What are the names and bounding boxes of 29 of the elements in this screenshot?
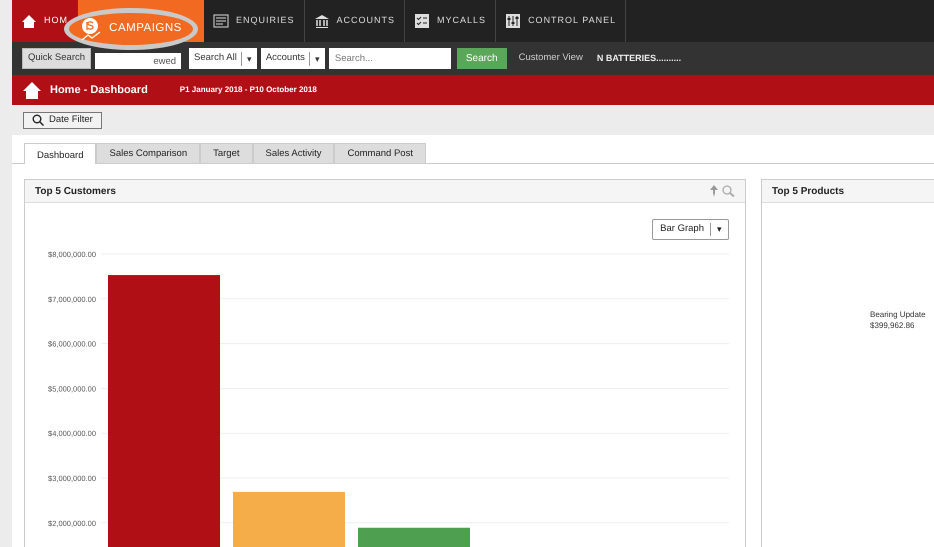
view-select[interactable]: Bar Graph ▾: [652, 219, 729, 240]
home-icon: [22, 80, 42, 100]
quick-search-button[interactable]: Quick Search: [22, 48, 92, 69]
tab[interactable]: Sales Activity: [252, 143, 334, 163]
date-filter-button[interactable]: Date Filter: [23, 112, 102, 128]
scope-select[interactable]: Search All ▾: [189, 48, 257, 69]
panel-title: Top 5 Customers: [35, 184, 116, 198]
nav-tab[interactable]: HOM: [12, 0, 78, 42]
search-field[interactable]: Search...: [328, 48, 451, 69]
customer-view-link[interactable]: Customer View: [518, 51, 583, 66]
tab[interactable]: Dashboard: [24, 143, 96, 164]
product-label: Bearing Update: [870, 309, 927, 320]
search-icon: [722, 185, 735, 197]
product-value: $399,962.86: [870, 320, 916, 331]
customer-name: N BATTERIES..........: [596, 52, 682, 65]
search-icon: [32, 114, 44, 126]
sliders-icon: [505, 13, 522, 29]
checklist-icon: [414, 13, 430, 29]
tab[interactable]: Command Post: [334, 143, 426, 163]
recent-field[interactable]: ewed: [95, 53, 182, 69]
tab[interactable]: Sales Comparison: [96, 143, 200, 163]
panel-title: Top 5 Products: [772, 184, 844, 198]
page-title: Home - Dashboard: [50, 82, 148, 98]
bank-icon: [314, 13, 330, 29]
date-range: P1 January 2018 - P10 October 2018: [180, 84, 317, 96]
home-icon: [21, 13, 37, 29]
type-select[interactable]: Accounts ▾: [260, 48, 325, 69]
tab[interactable]: Target: [200, 143, 253, 163]
list-icon: [213, 13, 229, 29]
